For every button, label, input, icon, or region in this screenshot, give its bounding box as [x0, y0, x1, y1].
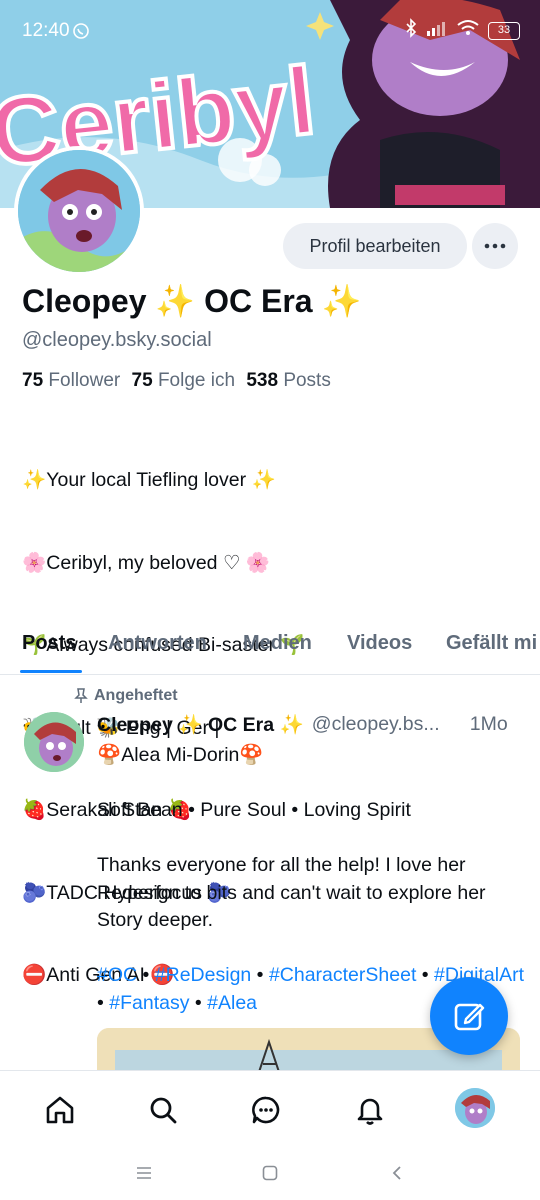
search-icon: [150, 1097, 177, 1124]
more-options-button[interactable]: [472, 223, 518, 269]
compose-post-button[interactable]: [430, 977, 508, 1055]
post-text-line: Thanks everyone for all the help! I love…: [97, 854, 491, 931]
back-chevron-icon: [392, 1166, 401, 1180]
ellipsis-icon: [484, 243, 506, 249]
posts-count: 538: [246, 370, 279, 391]
posts-label: Posts: [283, 370, 331, 391]
followers-label: Follower: [48, 370, 121, 391]
bio-line: ✨Your local Tiefling lover ✨: [22, 469, 276, 491]
nav-chat-button[interactable]: [246, 1090, 286, 1130]
status-bar: 12:40 33: [0, 0, 540, 64]
signal-icon: [426, 19, 448, 42]
nav-home-button[interactable]: [40, 1090, 80, 1130]
hashtag-link[interactable]: #Fantasy: [109, 992, 189, 1014]
bio-line: 🌸Ceribyl, my beloved ♡ 🌸: [22, 551, 271, 574]
system-home-button[interactable]: [255, 1158, 285, 1188]
square-icon: [262, 1165, 278, 1181]
bluetooth-icon: [404, 18, 418, 43]
edit-profile-button[interactable]: Profil bearbeiten: [283, 223, 467, 269]
following-link[interactable]: 75 Folge ich: [132, 370, 236, 391]
followers-count: 75: [22, 370, 44, 391]
post-avatar-image: [24, 712, 84, 772]
tab-likes[interactable]: Gefällt mi: [446, 632, 537, 655]
post-text-line: Soft Bean • Pure Soul • Loving Spirit: [97, 799, 411, 821]
bell-icon: [357, 1098, 383, 1125]
wifi-icon: [456, 19, 480, 42]
menu-icon: [137, 1167, 151, 1179]
battery-icon: 33: [488, 21, 520, 40]
tab-replies[interactable]: Antworten: [108, 632, 207, 655]
separator: •: [189, 991, 208, 1014]
nav-avatar-image: [455, 1088, 495, 1128]
home-icon: [46, 1096, 74, 1124]
post-text-line: 🍄Alea Mi-Dorin🍄: [97, 744, 264, 766]
pin-icon: [74, 688, 88, 703]
separator: •: [137, 964, 155, 986]
pinned-label: Angeheftet: [94, 687, 178, 704]
profile-avatar[interactable]: [14, 146, 144, 276]
status-icons: 33: [404, 18, 520, 43]
chat-icon: [252, 1096, 280, 1124]
profile-handle: @cleopey.bsky.social: [22, 329, 212, 351]
nav-search-button[interactable]: [143, 1090, 183, 1130]
hashtag-link[interactable]: #OC: [97, 964, 137, 986]
active-tab-indicator: [20, 670, 82, 673]
tab-posts[interactable]: Posts: [22, 632, 76, 655]
post-header: Cleopey ✨ OC Era ✨ @cleopey.bs... 1Mo: [97, 713, 522, 737]
following-count: 75: [131, 370, 153, 391]
pinned-indicator: Angeheftet: [74, 687, 178, 705]
battery-level: 33: [497, 23, 511, 36]
post-author-avatar[interactable]: [24, 712, 84, 772]
system-navigation-bar: [0, 1146, 540, 1200]
whatsapp-icon: [72, 22, 90, 45]
profile-stats: 75 Follower 75 Folge ich 538 Posts: [22, 370, 331, 392]
hashtag-link[interactable]: #ReDesign: [155, 964, 251, 986]
separator: •: [416, 964, 435, 986]
followers-link[interactable]: 75 Follower: [22, 370, 120, 391]
hashtag-link[interactable]: #Alea: [207, 992, 257, 1014]
compose-icon: [454, 1003, 485, 1031]
status-time: 12:40: [22, 20, 70, 41]
system-back-button[interactable]: [382, 1158, 412, 1188]
nav-profile-avatar[interactable]: [455, 1088, 495, 1128]
nav-notifications-button[interactable]: [350, 1090, 390, 1130]
tab-media[interactable]: Medien: [243, 632, 312, 655]
post-author-handle[interactable]: @cleopey.bs...: [312, 713, 462, 737]
following-label: Folge ich: [157, 370, 236, 391]
posts-stat: 538 Posts: [246, 370, 331, 391]
avatar-image: [18, 150, 140, 272]
post-timestamp[interactable]: 1Mo: [470, 713, 508, 737]
tab-videos[interactable]: Videos: [347, 632, 412, 655]
profile-tabs: Posts Antworten Medien Videos Gefällt mi: [0, 620, 540, 675]
system-menu-button[interactable]: [129, 1158, 159, 1188]
post-author-name[interactable]: Cleopey ✨ OC Era ✨: [97, 713, 304, 737]
hashtag-link[interactable]: #CharacterSheet: [269, 964, 416, 986]
separator: •: [251, 964, 269, 986]
display-name: Cleopey ✨ OC Era ✨: [22, 283, 362, 319]
